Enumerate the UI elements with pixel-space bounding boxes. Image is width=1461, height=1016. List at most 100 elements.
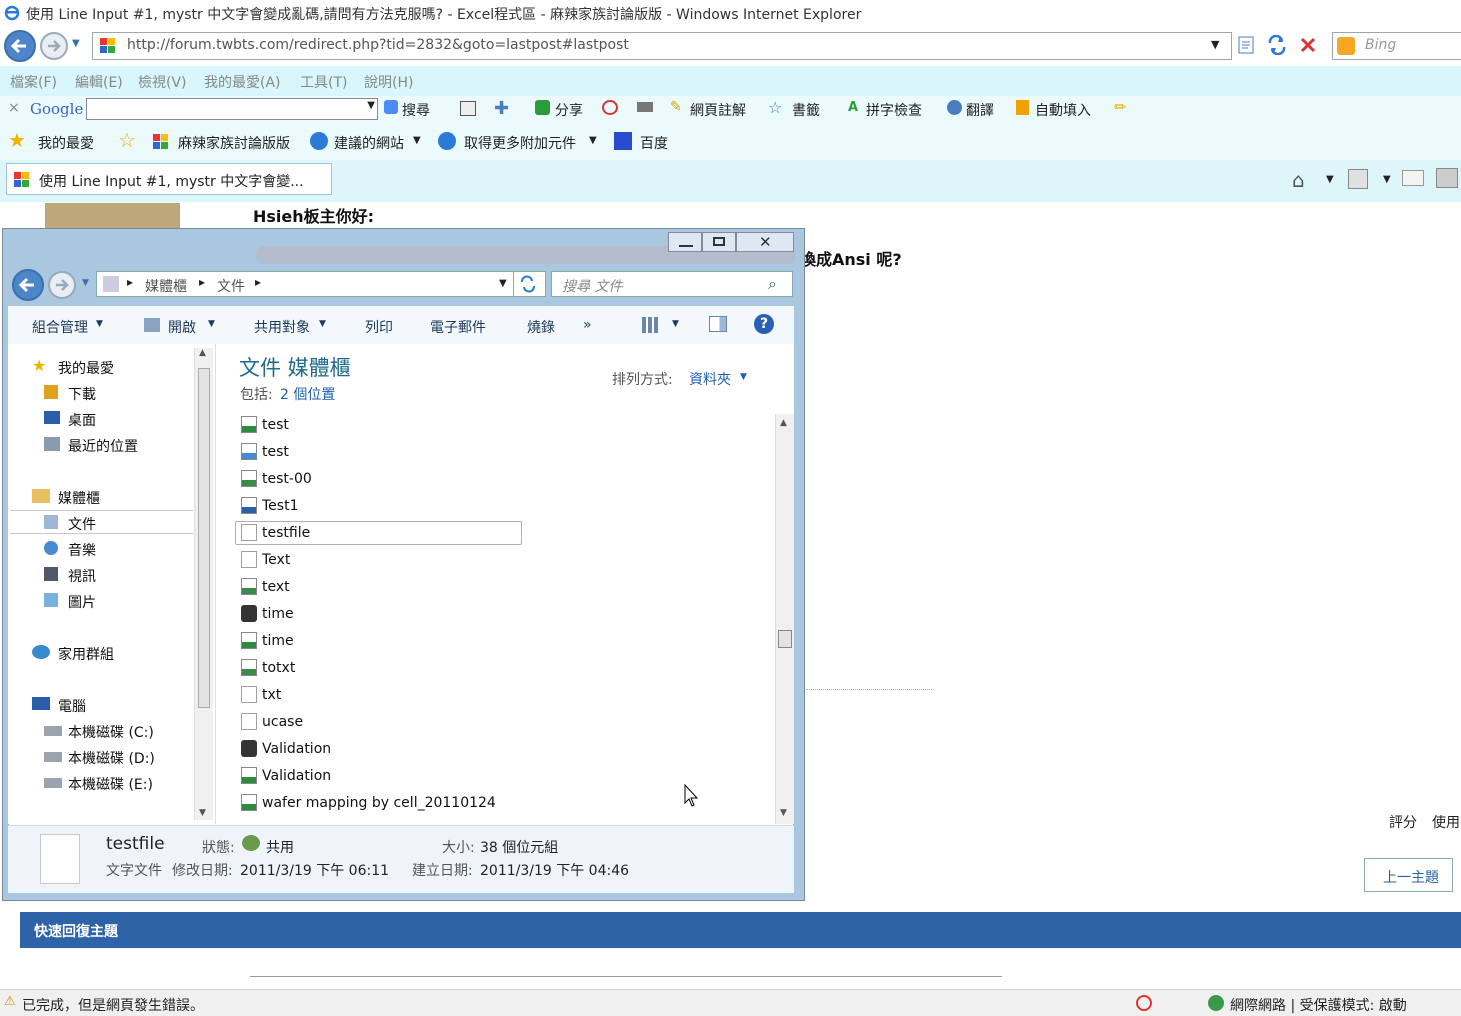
file-row[interactable]: time [241,603,294,625]
view-options-icon[interactable] [642,317,658,333]
explorer-address-bar[interactable]: ▸ 媒體櫃 ▸ 文件 ▸ ▼ [96,271,514,297]
maximize-button[interactable] [702,232,736,252]
google-annotate-button[interactable]: 網頁註解 [690,100,746,120]
menu-file[interactable]: 檔案(F) [10,72,57,92]
google-share-button[interactable]: 分享 [555,100,583,120]
breadcrumb-libraries[interactable]: 媒體櫃 [145,276,187,296]
search-dropdown-icon[interactable]: ▼ [367,100,375,111]
menu-favorites[interactable]: 我的最愛(A) [204,72,281,92]
file-scroll-thumb[interactable] [778,630,792,648]
home-icon[interactable]: ⌂ [1292,168,1305,192]
google-autofill-button[interactable]: 自動填入 [1035,100,1091,120]
organize-dropdown-icon[interactable]: ▼ [96,319,103,329]
file-row[interactable]: Validation [241,765,331,787]
explorer-refresh-button[interactable] [514,271,546,297]
nav-documents[interactable]: 文件 [68,514,96,534]
nav-scroll-down-icon[interactable]: ▼ [199,808,206,818]
explorer-search-icon[interactable]: ⌕ [768,274,777,294]
share-dropdown-icon[interactable]: ▼ [319,319,326,329]
tab-active[interactable]: 使用 Line Input #1, mystr 中文字會變... [6,163,332,195]
cmd-share[interactable]: 共用對象 [254,317,310,337]
cmd-open[interactable]: 開啟 [168,317,196,337]
nav-downloads[interactable]: 下載 [68,384,96,404]
forward-button[interactable] [40,32,68,60]
address-bar[interactable]: http://forum.twbts.com/redirect.php?tid=… [92,32,1232,60]
file-row[interactable]: text [241,576,290,598]
file-scroll-down-icon[interactable]: ▼ [780,808,787,818]
back-button[interactable] [4,30,36,62]
refresh-icon[interactable] [1266,34,1288,56]
explorer-search-input[interactable]: 搜尋 文件 ⌕ [551,271,793,297]
print-icon[interactable] [1436,168,1458,188]
nav-libraries[interactable]: 媒體櫃 [58,488,100,508]
google-bookmarks-button[interactable]: 書籤 [792,100,820,120]
google-spellcheck-button[interactable]: 拼字檢查 [866,100,922,120]
file-scroll-up-icon[interactable]: ▲ [780,418,787,428]
google-search-input[interactable]: ▼ [86,98,378,120]
close-toolbar-icon[interactable]: × [8,100,20,116]
fav-link-twbts[interactable]: 麻辣家族討論版版 [178,133,290,153]
cmd-print[interactable]: 列印 [365,317,393,337]
popup-blocker-icon[interactable] [602,100,618,115]
file-row[interactable]: Validation [241,738,331,760]
menu-view[interactable]: 檢視(V) [138,72,187,92]
file-row[interactable]: Text [241,549,290,571]
breadcrumb-documents[interactable]: 文件 [217,276,245,296]
google-translate-button[interactable]: 翻譯 [966,100,994,120]
explorer-forward-button[interactable] [48,271,76,299]
file-scrollbar[interactable]: ▲ ▼ [775,414,794,824]
nav-music[interactable]: 音樂 [68,540,96,560]
rating-link[interactable]: 評分 [1389,812,1417,832]
mail-icon[interactable] [1402,170,1424,186]
file-row[interactable]: totxt [241,657,295,679]
nav-scroll-thumb[interactable] [198,368,210,708]
nav-homegroup[interactable]: 家用群組 [58,644,114,664]
recent-pages-dropdown-icon[interactable]: ▼ [82,278,89,288]
nav-scrollbar[interactable]: ▲ ▼ [194,348,213,820]
stop-icon[interactable] [1298,35,1318,55]
nav-favorites[interactable]: 我的最愛 [58,358,114,378]
file-row[interactable]: time [241,630,294,652]
file-row[interactable]: wafer mapping by cell_20110124 [241,792,496,814]
nav-scroll-up-icon[interactable]: ▲ [199,348,206,358]
nav-videos[interactable]: 視訊 [68,566,96,586]
nav-pictures[interactable]: 圖片 [68,592,96,612]
nav-computer[interactable]: 電腦 [58,696,86,716]
fav-link-baidu[interactable]: 百度 [640,133,668,153]
explorer-back-button[interactable] [12,269,44,301]
arrange-by-dropdown[interactable]: 資料夾 [689,369,731,389]
file-row[interactable]: test [241,414,289,436]
close-button[interactable]: ✕ [736,232,794,252]
page-icon[interactable] [460,101,476,116]
suggested-dropdown-icon[interactable]: ▼ [413,135,421,146]
popup-blocked-icon[interactable] [1136,995,1152,1011]
nav-recent-places[interactable]: 最近的位置 [68,436,138,456]
compat-view-icon[interactable] [1236,35,1256,55]
rss-feed-icon[interactable] [1348,169,1368,189]
cmd-organize[interactable]: 組合管理 [32,317,88,337]
addons-dropdown-icon[interactable]: ▼ [589,135,597,146]
fav-link-addons[interactable]: 取得更多附加元件 [464,133,576,153]
autolink-icon[interactable] [637,102,653,112]
file-row[interactable]: testfile [241,522,310,544]
file-row[interactable]: test [241,441,289,463]
add-favorite-icon[interactable]: ☆ [118,128,136,152]
help-icon[interactable]: ? [754,314,774,334]
warning-icon[interactable]: ⚠ [4,994,16,1009]
bing-search-box[interactable]: Bing [1332,32,1461,60]
url-dropdown-icon[interactable]: ▼ [1211,38,1219,51]
nav-drive-d[interactable]: 本機磁碟 (D:) [68,748,155,768]
url-text[interactable]: http://forum.twbts.com/redirect.php?tid=… [127,37,629,53]
highlighter-icon[interactable]: ✏ [1114,98,1127,116]
file-row[interactable]: txt [241,684,281,706]
arrange-dropdown-icon[interactable]: ▼ [740,372,747,382]
favorites-button[interactable]: 我的最愛 [38,133,94,153]
plus-icon[interactable]: ✚ [494,98,509,119]
nav-drive-e[interactable]: 本機磁碟 (E:) [68,774,153,794]
file-row[interactable]: Test1 [241,495,298,517]
home-dropdown-icon[interactable]: ▼ [1326,174,1334,185]
fav-link-suggested[interactable]: 建議的網站 [334,133,404,153]
includes-locations-link[interactable]: 2 個位置 [280,384,335,404]
nav-desktop[interactable]: 桌面 [68,410,96,430]
prev-topic-button[interactable]: 上一主題 [1364,858,1453,892]
